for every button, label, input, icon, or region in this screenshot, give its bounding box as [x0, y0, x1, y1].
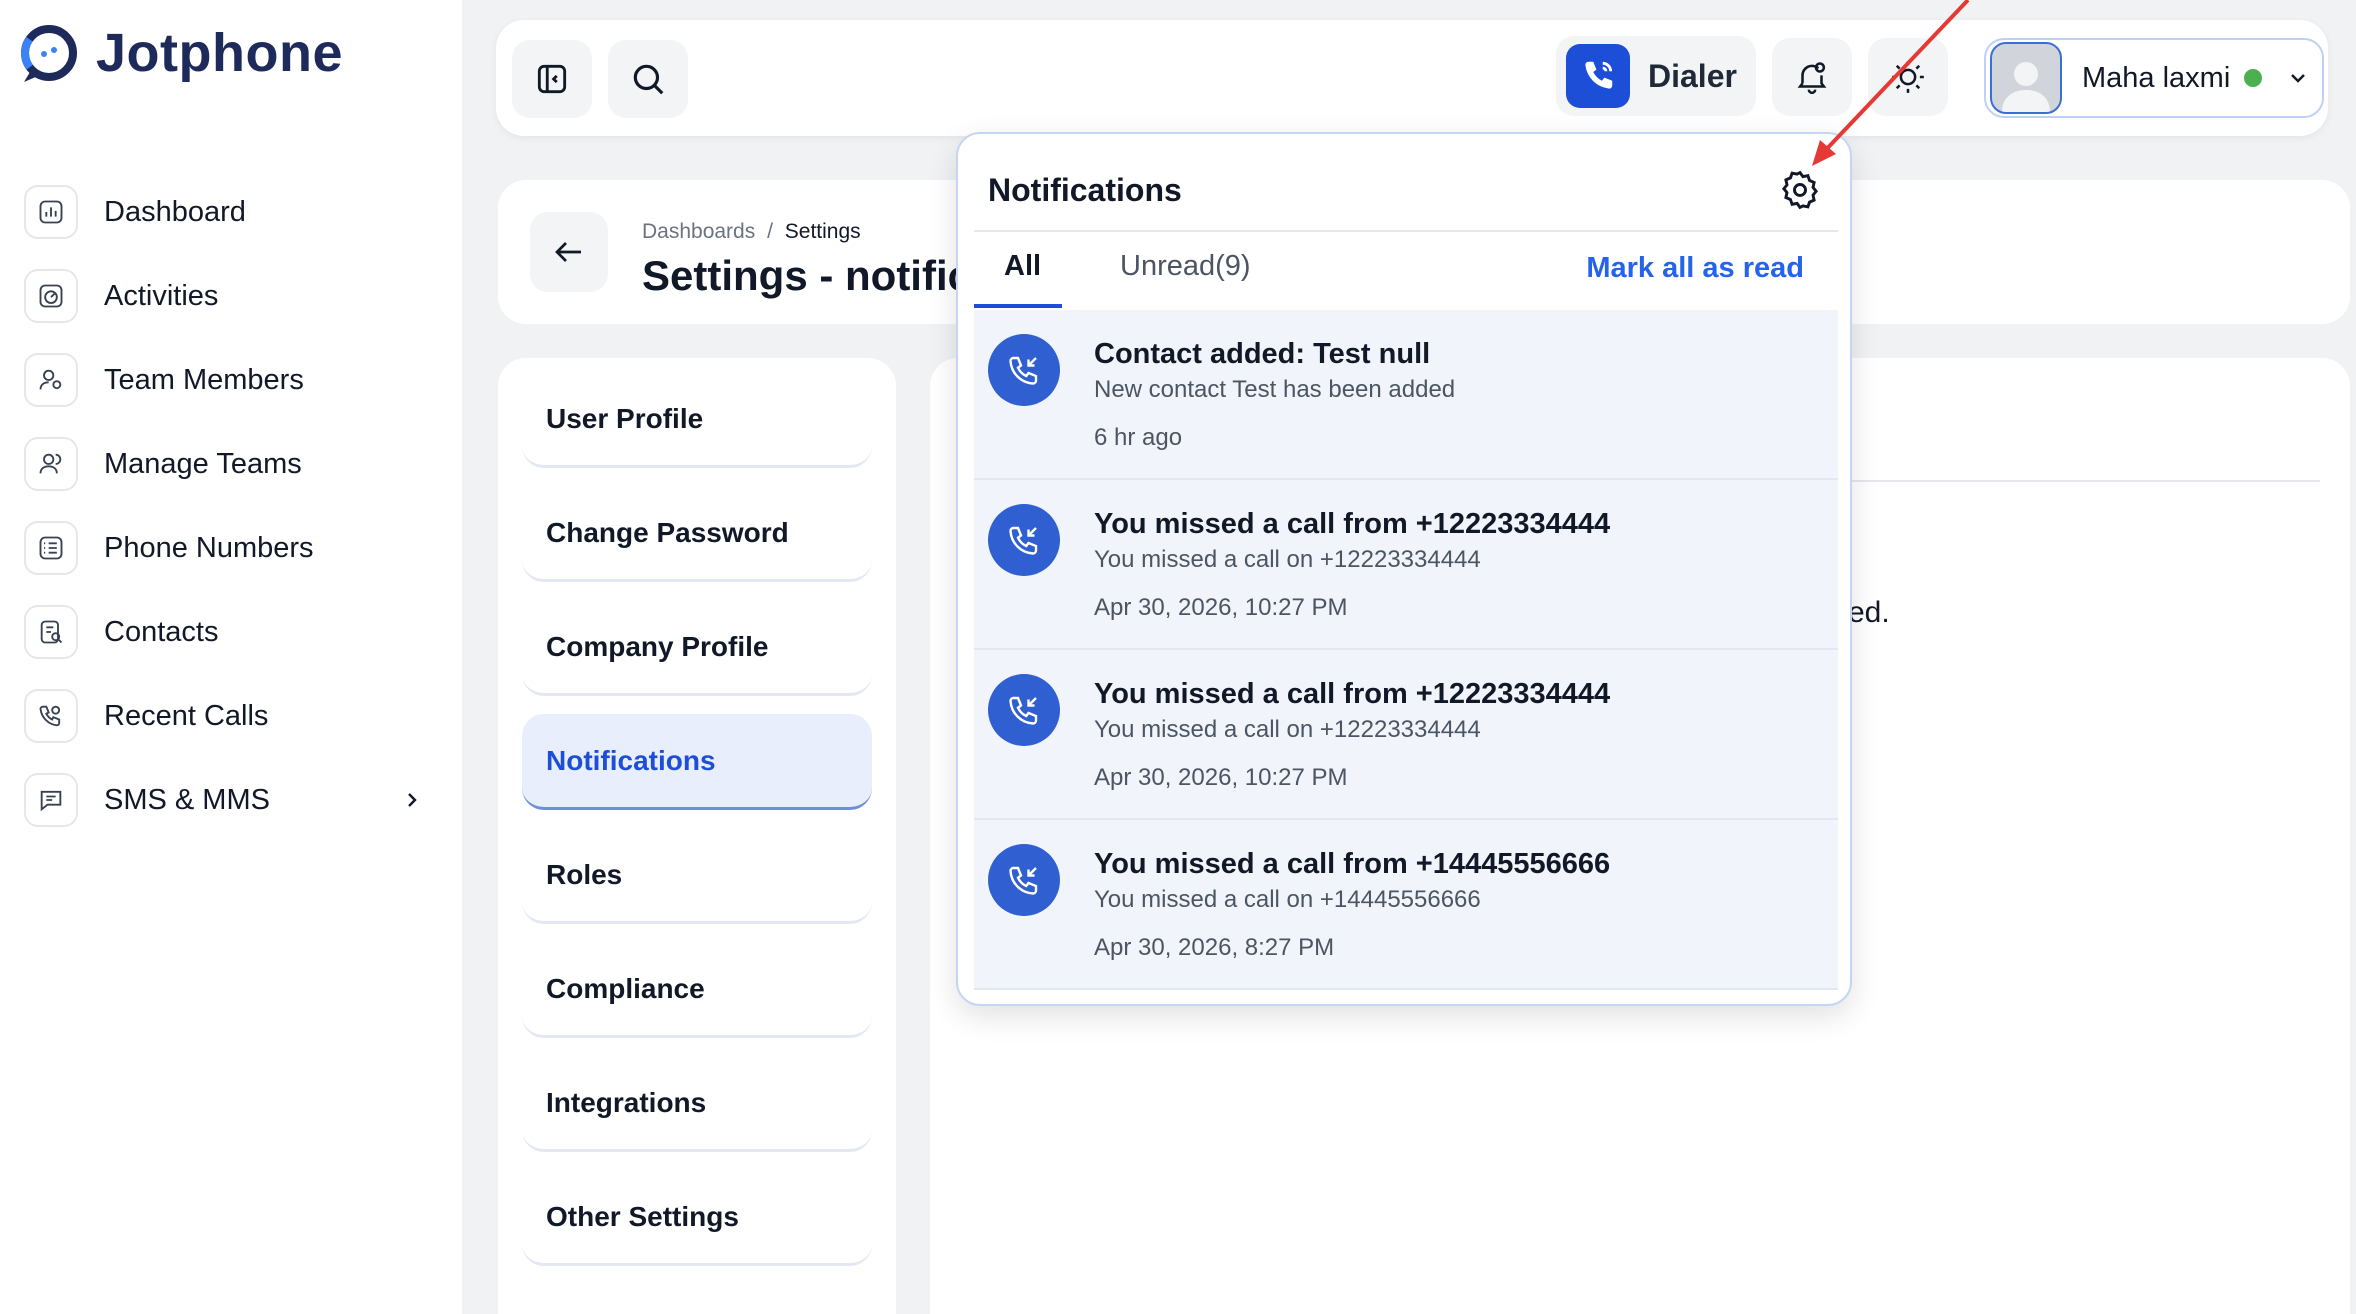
notifications-list: Contact added: Test null New contact Tes…	[974, 310, 1838, 990]
notification-title: You missed a call from +12223334444	[1094, 508, 1611, 540]
tab-all-indicator	[974, 304, 1062, 308]
missed-call-icon	[988, 504, 1060, 576]
gauge-icon	[24, 269, 78, 323]
arrow-left-icon	[555, 242, 581, 262]
sidebar-item-label: Dashboard	[104, 195, 246, 228]
sidebar-item-activities[interactable]: Activities	[24, 254, 424, 338]
notification-time: 6 hr ago	[1094, 424, 1183, 451]
phone-icon	[1566, 44, 1630, 108]
search-button[interactable]	[608, 40, 688, 118]
sidebar-item-label: Phone Numbers	[104, 531, 314, 564]
settings-menu-change-password[interactable]: Change Password	[522, 486, 872, 582]
sidebar-item-label: Recent Calls	[104, 699, 269, 732]
breadcrumb-dashboards[interactable]: Dashboards	[642, 220, 755, 243]
notification-title: You missed a call from +14445556666	[1094, 848, 1611, 880]
notifications-divider	[974, 230, 1838, 232]
top-bar: Dialer Maha laxmi	[496, 20, 2328, 136]
notifications-title: Notifications	[988, 172, 1182, 208]
users-icon	[24, 437, 78, 491]
sidebar-item-phone-numbers[interactable]: Phone Numbers	[24, 506, 424, 590]
sidebar-item-contacts[interactable]: Contacts	[24, 590, 424, 674]
bar-chart-icon	[24, 185, 78, 239]
settings-menu-compliance[interactable]: Compliance	[522, 942, 872, 1038]
toggle-sidebar-button[interactable]	[512, 40, 592, 118]
sidebar-item-label: Team Members	[104, 363, 304, 396]
content-text: ed.	[1848, 596, 1890, 629]
chevron-down-icon	[2291, 74, 2306, 83]
phone-list-icon	[24, 521, 78, 575]
missed-call-icon	[988, 674, 1060, 746]
sidebar-item-manage-teams[interactable]: Manage Teams	[24, 422, 424, 506]
dialer-label: Dialer	[1648, 57, 1737, 94]
sidebar-collapse-icon	[537, 64, 567, 94]
jotphone-logo-icon	[21, 25, 77, 82]
user-settings-icon	[24, 353, 78, 407]
breadcrumb-settings: Settings	[784, 220, 861, 243]
brand-logo[interactable]: Jotphone	[16, 20, 343, 86]
annotation-arrow	[1812, 0, 1970, 166]
settings-menu-other-settings[interactable]: Other Settings	[522, 1170, 872, 1266]
sidebar-item-team-members[interactable]: Team Members	[24, 338, 424, 422]
notification-time: Apr 30, 2026, 10:27 PM	[1094, 594, 1348, 621]
back-button[interactable]	[530, 212, 608, 292]
settings-menu-user-profile[interactable]: User Profile	[522, 372, 872, 468]
notification-description: You missed a call on +14445556666	[1094, 886, 1481, 913]
sidebar-item-sms-mms[interactable]: SMS & MMS	[24, 758, 424, 842]
settings-menu-roles[interactable]: Roles	[522, 828, 872, 924]
notification-item[interactable]: You missed a call from +12223334444 You …	[974, 650, 1838, 820]
mark-all-read-button[interactable]: Mark all as read	[1586, 252, 1804, 285]
notification-time: Apr 30, 2026, 10:27 PM	[1094, 764, 1348, 791]
settings-menu-company-profile[interactable]: Company Profile	[522, 600, 872, 696]
chevron-right-icon[interactable]	[400, 788, 424, 812]
sidebar: Jotphone Dashboard Activities Team Membe…	[0, 0, 462, 1314]
sidebar-item-label: Contacts	[104, 615, 219, 648]
page-title: Settings - notific	[642, 252, 971, 299]
sidebar-item-dashboard[interactable]: Dashboard	[24, 170, 424, 254]
user-avatar-icon	[2002, 62, 2050, 112]
notification-title: You missed a call from +12223334444	[1094, 678, 1611, 710]
sidebar-item-label: Manage Teams	[104, 447, 302, 480]
message-icon	[24, 773, 78, 827]
phone-history-icon	[24, 689, 78, 743]
settings-menu-integrations[interactable]: Integrations	[522, 1056, 872, 1152]
notification-description: You missed a call on +12223334444	[1094, 716, 1481, 743]
notification-item[interactable]: You missed a call from +12223334444 You …	[974, 480, 1838, 650]
notifications-panel: Notifications All Unread(9) Mark all as …	[956, 132, 1852, 1006]
user-name: Maha laxmi	[2082, 61, 2231, 94]
notification-description: You missed a call on +12223334444	[1094, 546, 1481, 573]
incoming-call-icon	[988, 334, 1060, 406]
avatar	[1990, 42, 2062, 114]
settings-menu-notifications[interactable]: Notifications	[522, 714, 872, 810]
contact-book-icon	[24, 605, 78, 659]
notification-item[interactable]: Contact added: Test null New contact Tes…	[974, 310, 1838, 480]
search-icon	[633, 64, 664, 95]
notification-time: Apr 30, 2026, 8:27 PM	[1094, 934, 1335, 961]
sidebar-item-label: SMS & MMS	[104, 783, 270, 816]
tab-all[interactable]: All	[1004, 250, 1041, 283]
settings-menu: User Profile Change Password Company Pro…	[498, 358, 896, 1314]
dialer-button[interactable]: Dialer	[1556, 36, 1756, 116]
sidebar-item-recent-calls[interactable]: Recent Calls	[24, 674, 424, 758]
breadcrumb: Dashboards / Settings	[642, 220, 861, 244]
user-menu[interactable]: Maha laxmi	[1984, 38, 2324, 118]
notification-item[interactable]: You missed a call from +14445556666 You …	[974, 820, 1838, 990]
online-status-dot	[2244, 69, 2263, 87]
notification-description: New contact Test has been added	[1094, 376, 1456, 403]
content-divider	[1850, 480, 2320, 482]
sidebar-item-label: Activities	[104, 279, 219, 312]
tab-unread[interactable]: Unread(9)	[1120, 250, 1251, 283]
brand-name: Jotphone	[96, 23, 343, 83]
missed-call-icon	[988, 844, 1060, 916]
breadcrumb-separator: /	[767, 220, 773, 243]
sidebar-nav: Dashboard Activities Team Members Manage…	[24, 170, 424, 842]
notification-title: Contact added: Test null	[1094, 338, 1431, 370]
